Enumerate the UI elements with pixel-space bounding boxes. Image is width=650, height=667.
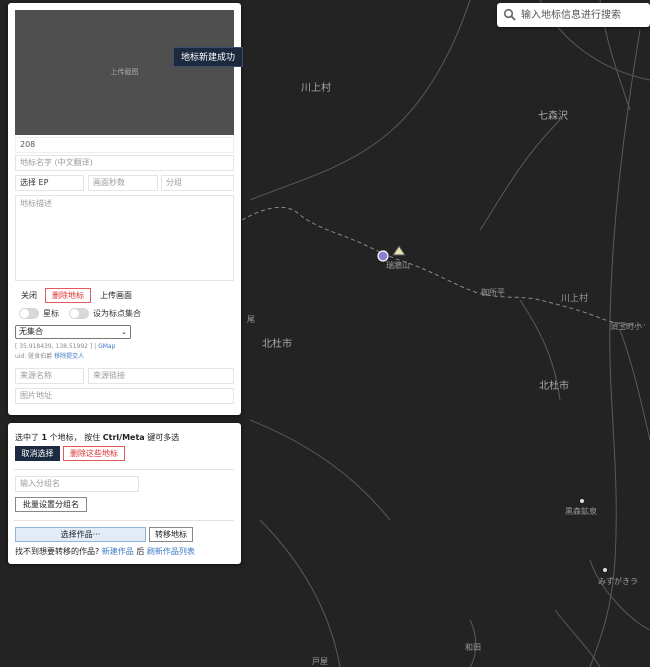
batch-set-group-button[interactable]: 批量设置分组名 [15, 497, 87, 512]
map-label: 北杜市 [539, 381, 569, 392]
collection-select[interactable]: 无集合 ⌄ [15, 325, 131, 339]
source-name-input[interactable]: 来源名称 [15, 368, 84, 384]
map-label: 和田 [465, 643, 481, 652]
map-label: 戸屋 [312, 657, 328, 666]
map-label: 御所平 [481, 288, 505, 297]
move-landmark-button[interactable]: 转移地标 [149, 527, 193, 542]
collection-select-value: 无集合 [19, 327, 43, 336]
image-url-input[interactable]: 图片地址 [15, 388, 234, 404]
selection-tail: 键可多选 [147, 433, 180, 442]
seconds-input[interactable]: 画面秒数 [88, 175, 158, 191]
not-found-line: 找不到想要转移的作品? 新建作品 后 刷新作品列表 [15, 546, 195, 557]
chevron-down-icon: ⌄ [121, 328, 127, 336]
divider [14, 469, 234, 470]
choose-work-button[interactable]: 选择作品··· [15, 527, 146, 542]
summit-icon [392, 245, 406, 256]
close-button[interactable]: 关闭 [15, 288, 43, 303]
not-found-text: 找不到想要转移的作品? [15, 547, 100, 556]
map-label: 川上村 [561, 294, 589, 304]
remove-submitter-link[interactable]: 移除提交人 [54, 353, 84, 360]
coords-line: [ 35.918439, 138.51992 ] | GMap [15, 343, 116, 350]
map-label: 北杜市 [262, 339, 292, 350]
collection-label: 设为标点集合 [93, 309, 141, 318]
selection-prefix: 选中了 [15, 433, 39, 442]
gmap-link[interactable]: GMap [98, 343, 115, 350]
ep-select[interactable]: 选择 EP [15, 175, 84, 191]
then-text: 后 [136, 547, 145, 556]
key-hint: Ctrl/Meta [102, 433, 145, 442]
refresh-works-link[interactable]: 刷新作品列表 [147, 547, 195, 556]
star-toggle[interactable] [19, 308, 39, 319]
description-textarea[interactable]: 地标描述 [15, 195, 234, 281]
upload-image-button[interactable]: 上传画面 [94, 288, 138, 303]
collection-toggle[interactable] [69, 308, 89, 319]
group-input[interactable]: 分组 [161, 175, 234, 191]
selection-suffix: 个地标， 按住 [49, 433, 101, 442]
batch-panel: 选中了 1 个地标， 按住 Ctrl/Meta 键可多选 取消选择 删除这些地标… [8, 423, 241, 564]
map-label: 瑞牆山 [386, 261, 410, 270]
landmark-name-input[interactable]: 地标名字 (中文翻译) [15, 155, 234, 171]
search-box[interactable] [497, 3, 650, 27]
group-name-input[interactable]: 输入分组名 [15, 476, 139, 492]
uid-text: uid: 赃食伯爵 [15, 353, 53, 360]
map-label: みずがきラ [598, 577, 638, 586]
new-work-link[interactable]: 新建作品 [102, 547, 134, 556]
landmark-id-field[interactable]: 208 [15, 137, 234, 153]
map-label: 黒森鉱泉 [565, 507, 597, 516]
screenshot-upload-label: 上传截图 [110, 68, 139, 76]
delete-selected-button[interactable]: 删除这些地标 [63, 446, 125, 461]
search-icon [503, 8, 516, 21]
selection-info: 选中了 1 个地标， 按住 Ctrl/Meta 键可多选 [15, 432, 179, 443]
search-input[interactable] [521, 5, 647, 25]
coords-text: [ 35.918439, 138.51992 ] [15, 343, 93, 350]
map-label: 川上村 [301, 83, 331, 94]
success-toast: 地标新建成功 [173, 47, 243, 67]
star-label: 星标 [43, 309, 59, 318]
submitter-line: uid: 赃食伯爵 移除提交人 [15, 351, 84, 360]
selection-count: 1 [41, 433, 48, 442]
map-label: 須玉町小 [610, 322, 642, 331]
cancel-selection-button[interactable]: 取消选择 [15, 446, 60, 461]
map-label: 尾 [247, 315, 255, 324]
delete-landmark-button[interactable]: 删除地标 [45, 288, 91, 303]
divider [14, 520, 234, 521]
map-label: 七森沢 [538, 111, 568, 122]
screenshot-upload-area[interactable]: 上传截图 [15, 10, 234, 135]
source-link-input[interactable]: 来源链接 [88, 368, 234, 384]
